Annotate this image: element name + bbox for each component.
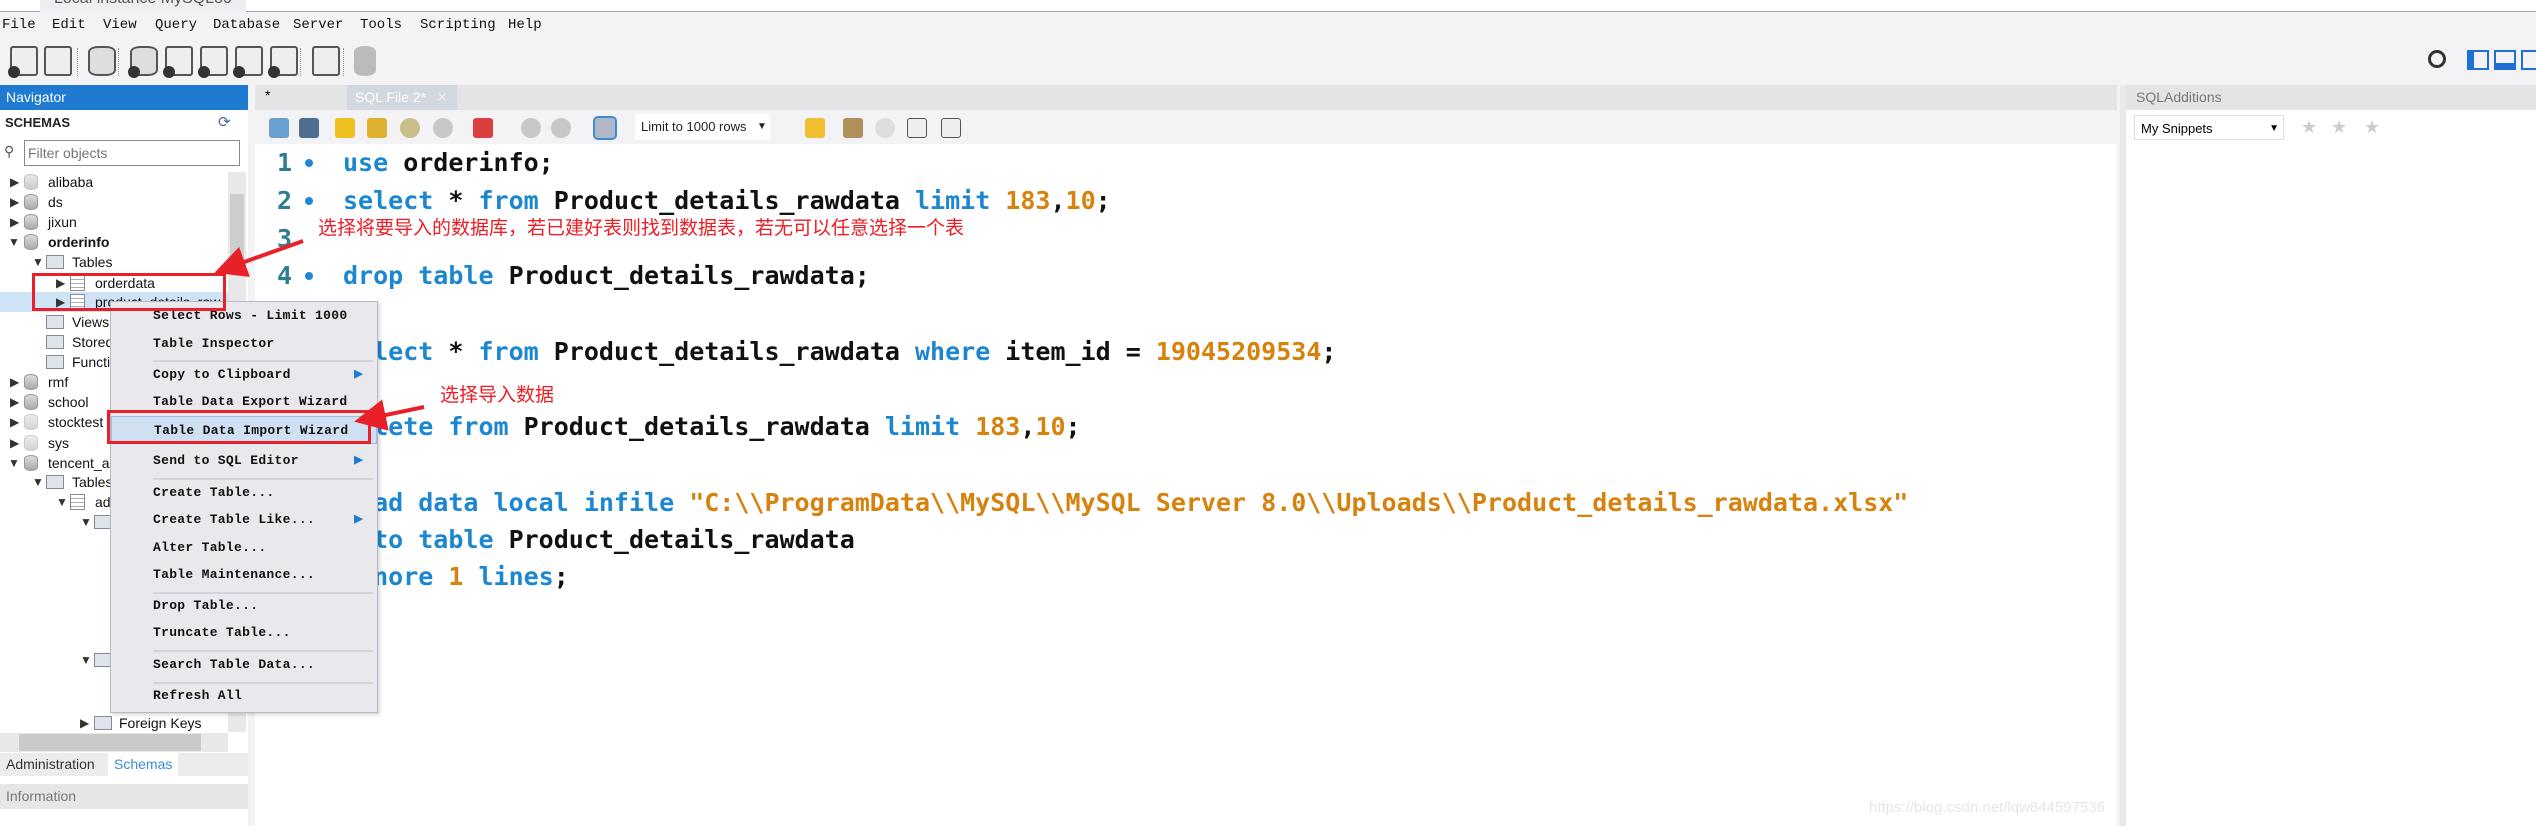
arrow-to-table — [214, 239, 304, 277]
arrow-to-import — [354, 399, 425, 431]
annotation-note-2: 选择导入数据 — [440, 385, 555, 406]
annotation-note-1: 选择将要导入的数据库，若已建好表则找到数据表，若无可以任意选择一个表 — [318, 218, 965, 239]
annotation-arrows — [214, 239, 425, 431]
